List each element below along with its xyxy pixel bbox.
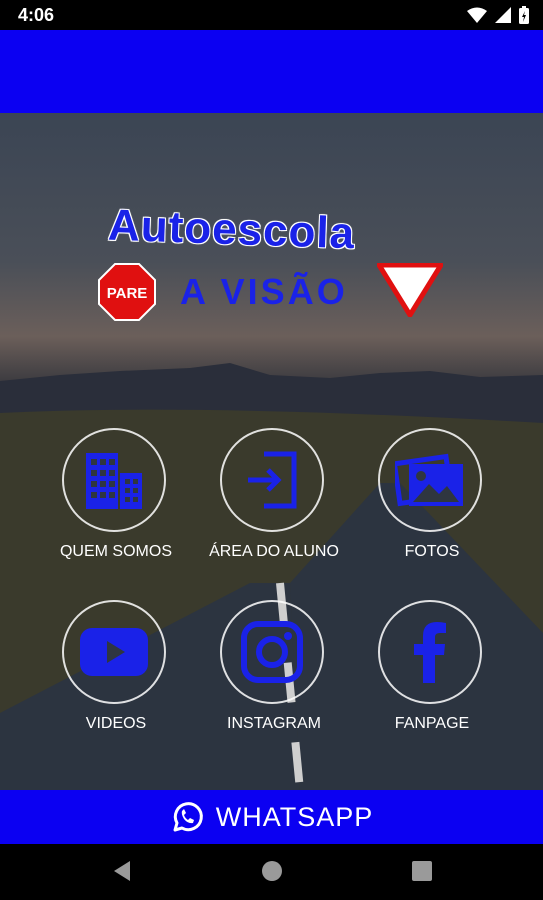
facebook-icon [414, 622, 446, 683]
photos-icon [395, 453, 463, 507]
whatsapp-button[interactable]: WHATSAPP [0, 790, 543, 844]
logo-title: Autoescola [107, 200, 356, 259]
menu-label: FANPAGE [394, 715, 470, 732]
menu-circle [378, 600, 482, 704]
building-icon [86, 453, 142, 509]
menu-label: ÁREA DO ALUNO [209, 543, 339, 560]
menu-circle [220, 600, 324, 704]
back-icon[interactable] [112, 860, 132, 882]
logo-subtitle: A VISÃO [180, 271, 348, 312]
menu-label: VIDEOS [85, 715, 147, 732]
menu-area-aluno[interactable]: ÁREA DO ALUNO [194, 428, 354, 578]
status-time: 4:06 [18, 5, 55, 25]
whatsapp-label: WHATSAPP [215, 801, 374, 832]
battery-icon [519, 6, 529, 24]
menu-videos[interactable]: VIDEOS [36, 600, 196, 750]
top-band [0, 30, 543, 113]
signal-icon [495, 7, 511, 23]
whatsapp-icon [173, 802, 203, 832]
menu-circle [62, 600, 166, 704]
menu-instagram[interactable]: INSTAGRAM [194, 600, 354, 750]
menu-circle [378, 428, 482, 532]
recents-icon[interactable] [412, 861, 432, 881]
status-icons [467, 6, 529, 24]
stop-sign-icon: PARE [98, 263, 156, 321]
stop-sign-text: PARE [107, 285, 148, 302]
menu-label: QUEM SOMOS [59, 543, 172, 560]
menu-label: INSTAGRAM [227, 715, 321, 732]
status-bar: 4:06 [0, 0, 543, 30]
menu-quem-somos[interactable]: QUEM SOMOS [36, 428, 196, 578]
menu-circle [220, 428, 324, 532]
menu-fanpage[interactable]: FANPAGE [352, 600, 512, 750]
yield-sign-icon [377, 263, 443, 317]
navigation-bar [0, 844, 543, 900]
menu-label: FOTOS [404, 543, 460, 560]
instagram-icon [241, 621, 303, 683]
menu-circle [62, 428, 166, 532]
home-icon[interactable] [261, 860, 283, 882]
menu-fotos[interactable]: FOTOS [352, 428, 512, 578]
login-icon [248, 451, 297, 509]
youtube-icon [80, 628, 148, 676]
hero-background: Autoescola PARE A VISÃO QUEM SOMOS ÁREA … [0, 113, 543, 790]
wifi-icon [467, 7, 487, 23]
